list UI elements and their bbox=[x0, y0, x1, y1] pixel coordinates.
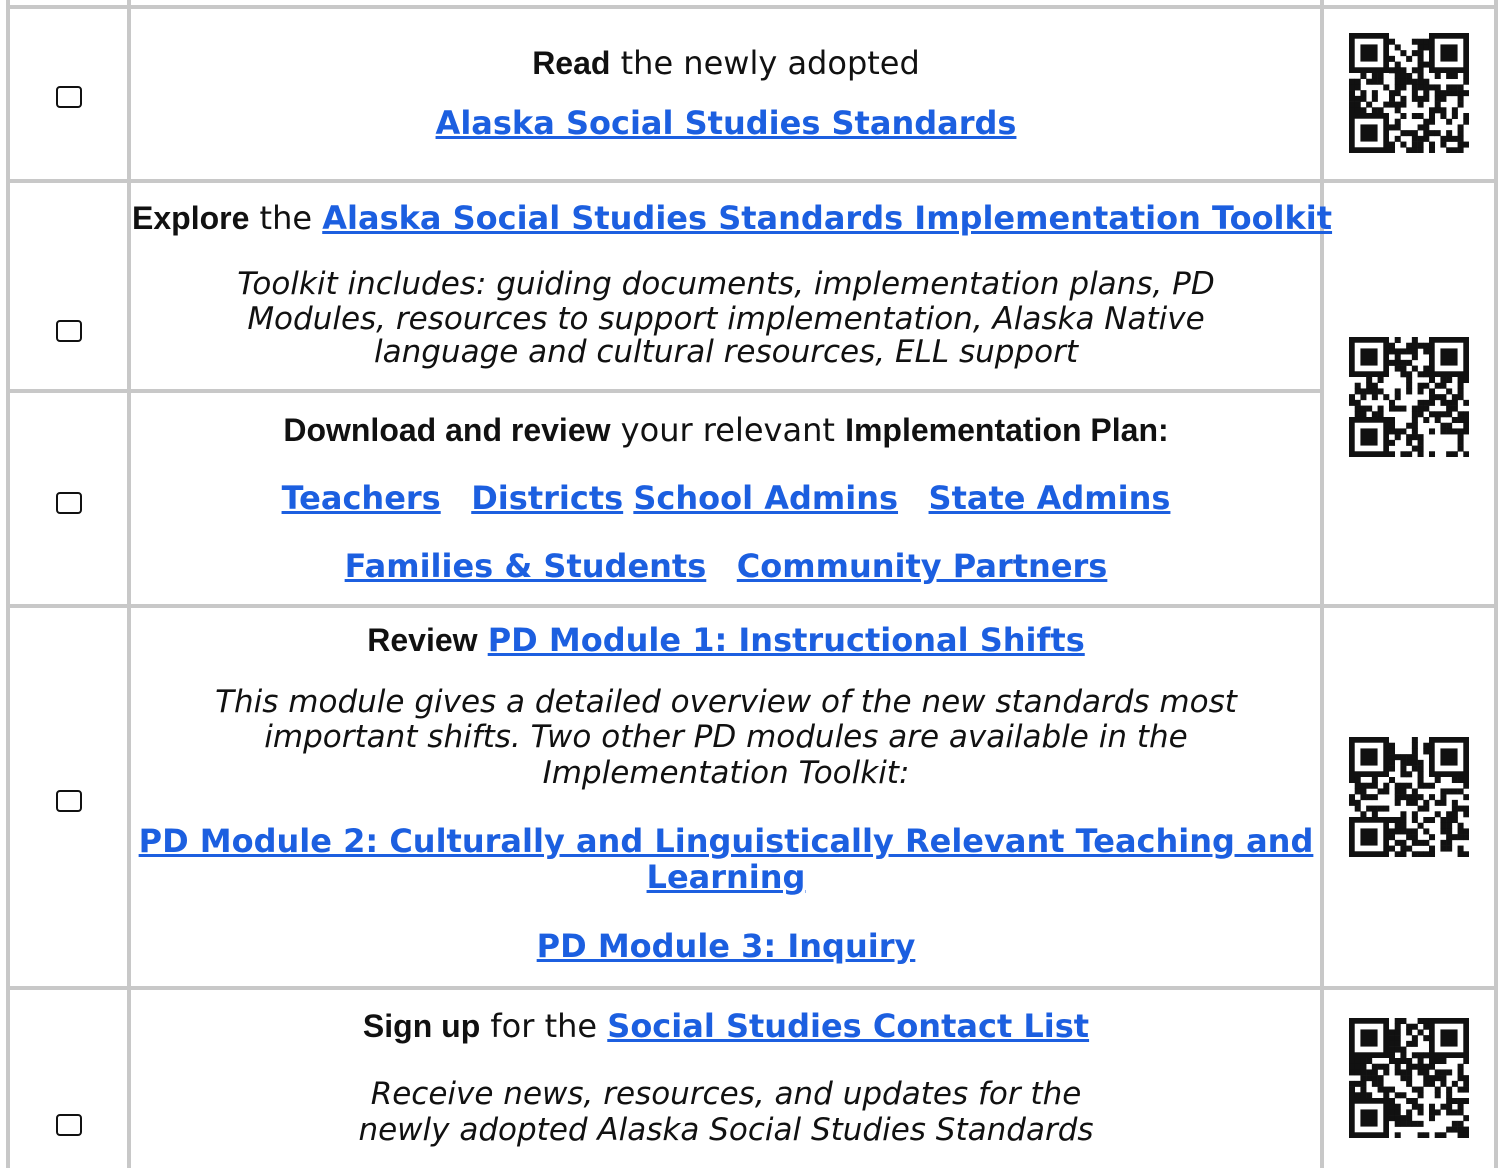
pd-module-2-link[interactable]: Learning bbox=[647, 858, 806, 896]
toolkit-note: Modules, resources to support implementa… bbox=[247, 301, 1205, 337]
qr-code-icon[interactable] bbox=[1349, 337, 1469, 457]
qr-code-icon[interactable] bbox=[1349, 33, 1469, 153]
checkbox-icon[interactable] bbox=[56, 86, 82, 108]
grid-line bbox=[6, 5, 1498, 9]
grid-line bbox=[6, 179, 1498, 183]
families-students-link[interactable]: Families & Students bbox=[345, 547, 707, 585]
toolkit-link[interactable]: Alaska Social Studies Standards Implemen… bbox=[322, 199, 1332, 237]
teachers-link[interactable]: Teachers bbox=[282, 479, 441, 517]
plan-label: Implementation Plan: bbox=[845, 412, 1169, 448]
school-admins-link[interactable]: School Admins bbox=[633, 479, 898, 517]
grid-line bbox=[1494, 0, 1498, 1168]
qr-code-icon[interactable] bbox=[1349, 737, 1469, 857]
action-label: Read bbox=[532, 45, 611, 81]
grid-line bbox=[6, 604, 1498, 608]
community-partners-link[interactable]: Community Partners bbox=[737, 547, 1108, 585]
grid-line bbox=[6, 986, 1498, 990]
toolkit-note: language and cultural resources, ELL sup… bbox=[374, 334, 1078, 370]
standards-link[interactable]: Alaska Social Studies Standards bbox=[436, 104, 1017, 142]
qr-code-icon[interactable] bbox=[1349, 1018, 1469, 1138]
grid-line bbox=[1320, 0, 1324, 1168]
row-text: the bbox=[249, 199, 323, 237]
signup-note: Receive news, resources, and updates for… bbox=[370, 1076, 1082, 1112]
row-text: the newly adopted bbox=[610, 44, 920, 82]
module-note: important shifts. Two other PD modules a… bbox=[264, 719, 1188, 755]
grid-line bbox=[127, 0, 131, 1168]
signup-note: newly adopted Alaska Social Studies Stan… bbox=[358, 1112, 1094, 1148]
pd-module-3-link[interactable]: PD Module 3: Inquiry bbox=[537, 927, 916, 965]
module-note: Implementation Toolkit: bbox=[542, 755, 910, 791]
toolkit-note: Toolkit includes: guiding documents, imp… bbox=[237, 266, 1215, 302]
checkbox-icon[interactable] bbox=[56, 790, 82, 812]
state-admins-link[interactable]: State Admins bbox=[929, 479, 1171, 517]
action-label: Explore bbox=[132, 200, 250, 236]
pd-module-2-link[interactable]: PD Module 2: Culturally and Linguistical… bbox=[139, 822, 1314, 860]
action-label: Review bbox=[367, 622, 478, 658]
checkbox-icon[interactable] bbox=[56, 320, 82, 342]
grid-line bbox=[6, 389, 1324, 393]
action-label: Download and review bbox=[283, 412, 611, 448]
contact-list-link[interactable]: Social Studies Contact List bbox=[607, 1007, 1089, 1045]
module-note: This module gives a detailed overview of… bbox=[215, 684, 1237, 720]
checkbox-icon[interactable] bbox=[56, 1114, 82, 1136]
pd-module-1-link[interactable]: PD Module 1: Instructional Shifts bbox=[488, 621, 1085, 659]
row-text: your relevant bbox=[610, 411, 846, 449]
action-label: Sign up bbox=[362, 1008, 481, 1044]
grid-line bbox=[6, 0, 10, 1168]
districts-link[interactable]: Districts bbox=[471, 479, 623, 517]
row-text: for the bbox=[480, 1007, 608, 1045]
checkbox-icon[interactable] bbox=[56, 492, 82, 514]
